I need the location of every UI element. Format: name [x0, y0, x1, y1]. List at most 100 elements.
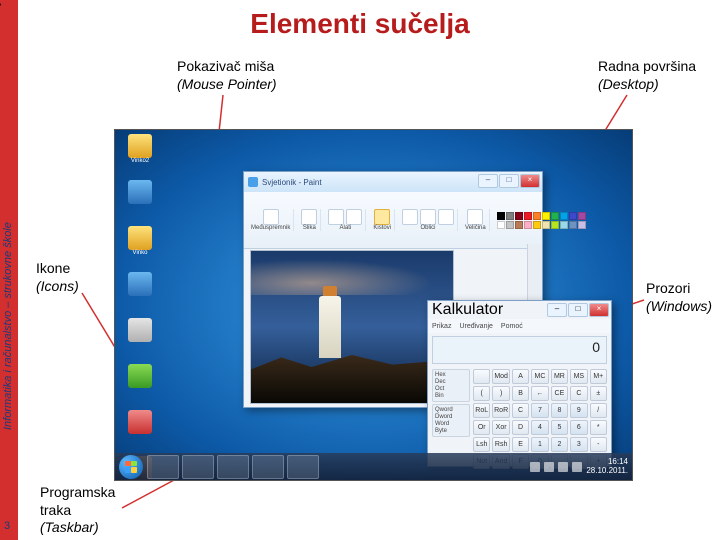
- palette-swatch[interactable]: [524, 221, 532, 229]
- calc-titlebar[interactable]: Kalkulator – □ ×: [428, 301, 611, 319]
- calc-key[interactable]: Lsh: [473, 437, 490, 452]
- ribbon-tools[interactable]: Alati: [325, 209, 366, 231]
- tray-icon[interactable]: [544, 462, 554, 472]
- palette-swatch[interactable]: [542, 221, 550, 229]
- tray-icon[interactable]: [558, 462, 568, 472]
- slide-number: 3: [4, 520, 10, 532]
- start-button[interactable]: [119, 455, 143, 479]
- palette-swatch[interactable]: [569, 221, 577, 229]
- calc-key[interactable]: /: [590, 403, 607, 418]
- palette-swatch[interactable]: [560, 221, 568, 229]
- desktop-icon[interactable]: [121, 180, 159, 218]
- paint-titlebar[interactable]: Svjetionik - Paint – □ ×: [244, 172, 542, 192]
- calc-key[interactable]: MS: [570, 369, 587, 384]
- maximize-button[interactable]: □: [568, 303, 588, 317]
- palette-swatch[interactable]: [497, 221, 505, 229]
- taskbar-button[interactable]: [287, 455, 319, 479]
- taskbar-button[interactable]: [217, 455, 249, 479]
- ribbon-brushes[interactable]: Kistovi: [370, 209, 395, 231]
- paint-canvas[interactable]: [250, 250, 454, 404]
- desktop-icon[interactable]: Vinko: [121, 226, 159, 264]
- calc-key[interactable]: ±: [590, 386, 607, 401]
- calc-key[interactable]: -: [590, 437, 607, 452]
- calc-key[interactable]: 1: [531, 437, 548, 452]
- calc-key[interactable]: ←: [531, 386, 548, 401]
- palette-swatch[interactable]: [533, 221, 541, 229]
- calc-key[interactable]: CE: [551, 386, 568, 401]
- minimize-button[interactable]: –: [478, 174, 498, 188]
- calc-key[interactable]: 2: [551, 437, 568, 452]
- ribbon-palette[interactable]: [494, 212, 589, 229]
- palette-swatch[interactable]: [506, 212, 514, 220]
- close-button[interactable]: ×: [520, 174, 540, 188]
- calc-key[interactable]: (: [473, 386, 490, 401]
- calc-display: 0: [432, 336, 607, 364]
- calc-key[interactable]: RoL: [473, 403, 490, 418]
- calc-key[interactable]: MR: [551, 369, 568, 384]
- tray-icon[interactable]: [572, 462, 582, 472]
- palette-swatch[interactable]: [560, 212, 568, 220]
- calc-key[interactable]: Mod: [492, 369, 509, 384]
- maximize-button[interactable]: □: [499, 174, 519, 188]
- calc-key[interactable]: Or: [473, 420, 490, 435]
- calc-key[interactable]: RoR: [492, 403, 509, 418]
- palette-swatch[interactable]: [551, 212, 559, 220]
- ribbon-clipboard[interactable]: Međuspremnik: [248, 209, 294, 231]
- system-tray[interactable]: 16:14 28.10.2011.: [530, 458, 628, 476]
- desktop-icon[interactable]: [121, 318, 159, 356]
- palette-swatch[interactable]: [578, 212, 586, 220]
- palette-swatch[interactable]: [515, 221, 523, 229]
- taskbar-button[interactable]: [182, 455, 214, 479]
- calc-key[interactable]: MC: [531, 369, 548, 384]
- calc-key[interactable]: *: [590, 420, 607, 435]
- calc-key[interactable]: ): [492, 386, 509, 401]
- menu-help[interactable]: Pomoć: [501, 323, 523, 330]
- calc-key[interactable]: 6: [570, 420, 587, 435]
- tray-icon[interactable]: [530, 462, 540, 472]
- calc-key[interactable]: M+: [590, 369, 607, 384]
- paint-ribbon: Međuspremnik Slika Alati Kistovi Oblici …: [244, 192, 542, 249]
- palette-swatch[interactable]: [542, 212, 550, 220]
- taskbar-button[interactable]: [252, 455, 284, 479]
- palette-swatch[interactable]: [506, 221, 514, 229]
- calc-key[interactable]: E: [512, 437, 529, 452]
- palette-swatch[interactable]: [551, 221, 559, 229]
- palette-swatch[interactable]: [533, 212, 541, 220]
- calc-key[interactable]: C: [512, 403, 529, 418]
- calc-key[interactable]: C: [570, 386, 587, 401]
- menu-view[interactable]: Prikaz: [432, 323, 451, 330]
- calculator-window[interactable]: Kalkulator – □ × Prikaz Uređivanje Pomoć…: [427, 300, 612, 467]
- calc-key[interactable]: [473, 369, 490, 384]
- ribbon-image[interactable]: Slika: [298, 209, 321, 231]
- calc-key[interactable]: 5: [551, 420, 568, 435]
- ribbon-shapes[interactable]: Oblici: [399, 209, 458, 231]
- desktop-icon[interactable]: [121, 364, 159, 402]
- menu-edit[interactable]: Uređivanje: [459, 323, 492, 330]
- calc-key[interactable]: 8: [551, 403, 568, 418]
- desktop-icon[interactable]: [121, 410, 159, 448]
- word-group[interactable]: QwordDwordWordByte: [432, 404, 470, 437]
- calc-key[interactable]: B: [512, 386, 529, 401]
- palette-swatch[interactable]: [524, 212, 532, 220]
- taskbar-button[interactable]: [147, 455, 179, 479]
- calc-key[interactable]: 3: [570, 437, 587, 452]
- ribbon-size[interactable]: Veličina: [462, 209, 490, 231]
- desktop-icon[interactable]: [121, 272, 159, 310]
- palette-swatch[interactable]: [515, 212, 523, 220]
- radix-group[interactable]: HexDecOctBin: [432, 369, 470, 402]
- palette-swatch[interactable]: [578, 221, 586, 229]
- calc-key[interactable]: 9: [570, 403, 587, 418]
- calc-key[interactable]: A: [512, 369, 529, 384]
- calc-menu[interactable]: Prikaz Uređivanje Pomoć: [428, 319, 611, 333]
- calc-key[interactable]: Xor: [492, 420, 509, 435]
- desktop-icon[interactable]: Vinko2: [121, 134, 159, 172]
- close-button[interactable]: ×: [589, 303, 609, 317]
- minimize-button[interactable]: –: [547, 303, 567, 317]
- calc-key[interactable]: 7: [531, 403, 548, 418]
- calc-key[interactable]: Rsh: [492, 437, 509, 452]
- palette-swatch[interactable]: [497, 212, 505, 220]
- calc-key[interactable]: 4: [531, 420, 548, 435]
- taskbar[interactable]: 16:14 28.10.2011.: [115, 453, 632, 480]
- calc-key[interactable]: D: [512, 420, 529, 435]
- palette-swatch[interactable]: [569, 212, 577, 220]
